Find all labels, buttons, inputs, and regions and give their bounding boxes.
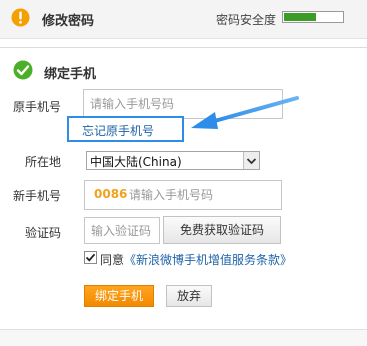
new-phone-input[interactable]: [127, 181, 277, 209]
security-meter-fill: [284, 13, 316, 21]
annotation-arrow-icon: [191, 96, 299, 129]
agree-prefix: 同意: [100, 253, 125, 267]
check-circle-icon: [13, 60, 33, 80]
terms-link[interactable]: 《新浪微博手机增值服务条款》: [124, 253, 292, 267]
checkmark-icon: [85, 253, 96, 262]
footer-area: [0, 330, 367, 346]
verification-code-input[interactable]: [84, 217, 160, 244]
warning-icon: [11, 8, 30, 27]
chevron-down-icon[interactable]: [243, 152, 259, 169]
location-label: 所在地: [25, 155, 62, 169]
security-label: 密码安全度: [216, 13, 277, 27]
cancel-button[interactable]: 放弃: [166, 285, 212, 307]
page-title: 修改密码: [42, 14, 95, 29]
location-select[interactable]: 中国大陆(China): [86, 151, 260, 170]
divider: [0, 47, 367, 48]
agree-checkbox[interactable]: [84, 251, 97, 264]
bind-phone-button[interactable]: 绑定手机: [84, 285, 154, 307]
old-phone-label: 原手机号: [13, 100, 62, 114]
agree-text: 同意《新浪微博手机增值服务条款》: [100, 251, 292, 268]
code-label: 验证码: [25, 226, 62, 240]
location-value: 中国大陆(China): [90, 155, 182, 169]
get-code-button[interactable]: 免费获取验证码: [163, 216, 281, 244]
new-phone-label: 新手机号: [13, 189, 62, 203]
country-code: 0086: [94, 187, 128, 201]
forgot-phone-link[interactable]: 忘记原手机号: [82, 122, 154, 139]
security-meter: [282, 11, 344, 23]
section-title: 绑定手机: [44, 67, 97, 82]
